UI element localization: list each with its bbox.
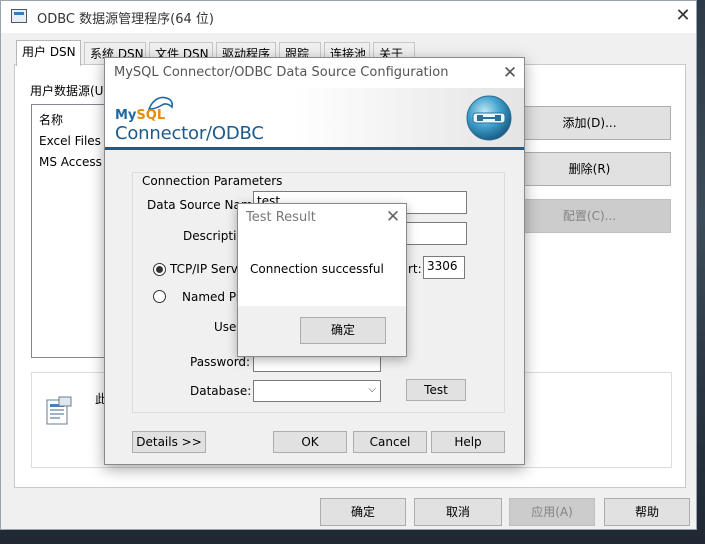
odbc-apply-button[interactable]: 应用(A) [509, 498, 595, 526]
odbc-titlebar: ODBC 数据源管理程序(64 位) ✕ [1, 1, 696, 33]
test-result-message: Connection successful [250, 262, 384, 276]
list-item[interactable]: MS Access [39, 155, 102, 169]
test-button[interactable]: Test [406, 379, 466, 401]
test-result-ok-button[interactable]: 确定 [300, 317, 386, 344]
database-label: Database: [190, 384, 252, 398]
logo-sql: SQL [136, 108, 166, 123]
mysql-close-icon[interactable]: ✕ [498, 61, 522, 85]
user-data-sources-label: 用户数据源(U [30, 84, 104, 98]
list-item[interactable]: Excel Files [39, 134, 101, 148]
test-result-titlebar: Test Result ✕ [238, 204, 406, 232]
mysql-logo-text: MySQL [115, 108, 165, 123]
database-combo[interactable]: ⌵ [253, 380, 381, 402]
odbc-close-icon[interactable]: ✕ [669, 4, 697, 28]
remove-button[interactable]: 删除(R) [508, 152, 671, 186]
odbc-app-icon [11, 9, 27, 23]
chevron-down-icon[interactable]: ⌵ [368, 384, 376, 395]
odbc-data-source-icon [46, 396, 72, 425]
mysql-ok-button[interactable]: OK [273, 431, 347, 453]
port-input[interactable]: 3306 [423, 256, 465, 279]
odbc-ok-button[interactable]: 确定 [320, 498, 406, 526]
connection-parameters-legend: Connection Parameters [139, 174, 286, 188]
test-result-close-icon[interactable]: ✕ [381, 205, 405, 229]
network-globe-icon [466, 95, 512, 141]
add-button[interactable]: 添加(D)... [508, 106, 671, 140]
data-source-list[interactable]: 名称 Excel Files MS Access [31, 104, 111, 358]
mysql-titlebar: MySQL Connector/ODBC Data Source Configu… [105, 58, 524, 88]
banner-divider [105, 147, 524, 150]
mysql-dialog-title: MySQL Connector/ODBC Data Source Configu… [114, 65, 449, 80]
odbc-cancel-button[interactable]: 取消 [414, 498, 502, 526]
details-button[interactable]: Details >> [132, 431, 206, 453]
port-label: rt: [408, 262, 422, 276]
connector-odbc-logo-text: Connector/ODBC [115, 123, 264, 144]
list-header-name[interactable]: 名称 [39, 111, 63, 128]
mysql-help-button[interactable]: Help [431, 431, 505, 453]
odbc-help-button[interactable]: 帮助 [604, 498, 690, 526]
named-pipe-radio[interactable] [153, 290, 166, 303]
password-label: Password: [190, 355, 251, 369]
tab-user-dsn[interactable]: 用户 DSN [16, 40, 81, 66]
configure-button[interactable]: 配置(C)... [508, 199, 671, 233]
logo-my: My [115, 108, 137, 123]
test-result-dialog: Test Result ✕ Connection successful 确定 [237, 203, 407, 357]
test-result-title: Test Result [246, 210, 316, 225]
mysql-cancel-button[interactable]: Cancel [353, 431, 427, 453]
tcpip-radio[interactable] [153, 263, 166, 276]
odbc-window-title: ODBC 数据源管理程序(64 位) [37, 12, 214, 27]
